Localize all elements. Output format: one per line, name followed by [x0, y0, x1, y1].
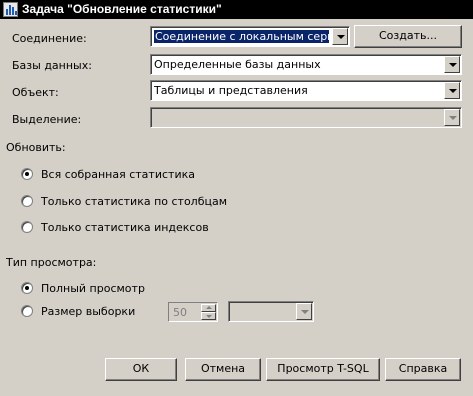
- chevron-down-icon[interactable]: [444, 56, 460, 73]
- chevron-down-icon[interactable]: [332, 28, 348, 45]
- window-title: Задача "Обновление статистики": [22, 2, 222, 16]
- connection-value: Соединение с локальным сервером: [154, 30, 329, 43]
- object-value: Таблицы и представления: [154, 84, 308, 97]
- stepper-down-icon[interactable]: [201, 312, 216, 320]
- help-button[interactable]: Справка: [385, 358, 461, 381]
- radio-full-scan[interactable]: [21, 282, 33, 294]
- radio-all-statistics-label[interactable]: Вся собранная статистика: [41, 168, 195, 181]
- radio-indexes-only[interactable]: [21, 221, 33, 233]
- view-tsql-button[interactable]: Просмотр T-SQL: [266, 358, 380, 381]
- connection-label: Соединение:: [12, 32, 87, 45]
- radio-indexes-only-label[interactable]: Только статистика индексов: [41, 221, 209, 234]
- stepper-up-icon[interactable]: [201, 304, 216, 312]
- connection-select[interactable]: Соединение с локальным сервером: [150, 26, 350, 47]
- scan-type-label: Тип просмотра:: [6, 256, 97, 269]
- databases-select[interactable]: Определенные базы данных: [150, 54, 462, 75]
- databases-value: Определенные базы данных: [154, 58, 321, 71]
- ok-button[interactable]: ОК: [105, 358, 177, 381]
- chevron-down-icon[interactable]: [296, 303, 312, 320]
- sample-size-stepper[interactable]: 50: [168, 302, 218, 322]
- cancel-button[interactable]: Отмена: [185, 358, 261, 381]
- task-icon: [3, 2, 18, 17]
- create-connection-button[interactable]: Создать...: [354, 25, 462, 48]
- sample-unit-value: [232, 305, 293, 318]
- selection-value: [154, 111, 441, 124]
- chevron-down-icon[interactable]: [444, 109, 460, 126]
- title-bar: Задача "Обновление статистики": [0, 0, 473, 19]
- object-label: Объект:: [12, 86, 59, 99]
- sample-size-value: 50: [173, 306, 187, 319]
- sample-unit-select[interactable]: [228, 301, 314, 322]
- update-label: Обновить:: [6, 141, 66, 154]
- radio-sample-size[interactable]: [21, 305, 33, 317]
- selection-label: Выделение:: [12, 113, 82, 126]
- radio-sample-size-label[interactable]: Размер выборки: [41, 305, 135, 318]
- selection-select[interactable]: [150, 107, 462, 128]
- radio-full-scan-label[interactable]: Полный просмотр: [41, 282, 145, 295]
- radio-columns-only[interactable]: [21, 195, 33, 207]
- radio-columns-only-label[interactable]: Только статистика по столбцам: [41, 195, 227, 208]
- databases-label: Базы данных:: [12, 59, 92, 72]
- chevron-down-icon[interactable]: [444, 82, 460, 99]
- radio-all-statistics[interactable]: [21, 168, 33, 180]
- object-select[interactable]: Таблицы и представления: [150, 80, 462, 101]
